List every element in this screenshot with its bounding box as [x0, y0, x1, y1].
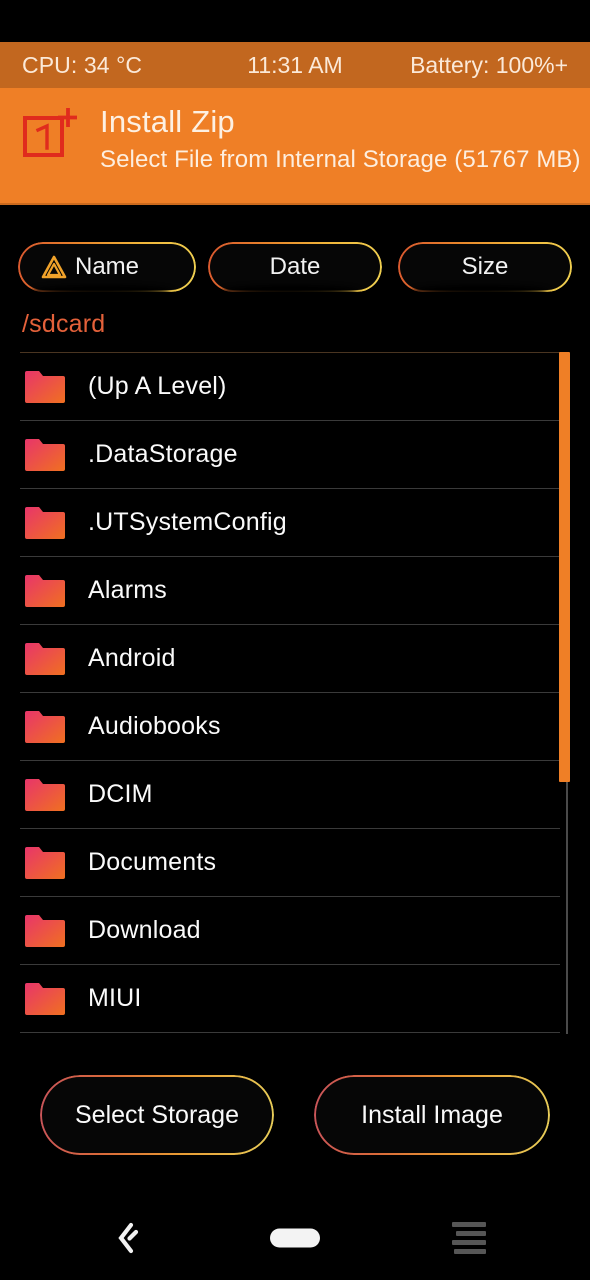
folder-icon — [25, 574, 65, 607]
app-header: Install Zip Select File from Internal St… — [0, 88, 590, 205]
folder-icon — [25, 778, 65, 811]
select-storage-button[interactable]: Select Storage — [40, 1075, 274, 1155]
tab-sort-name[interactable]: Name — [18, 242, 196, 292]
battery-status: Battery: 100%+ — [410, 51, 568, 78]
file-list-item-label: Download — [88, 916, 201, 944]
folder-icon — [25, 506, 65, 539]
file-list-item[interactable]: .DataStorage — [20, 421, 560, 489]
menu-line — [452, 1240, 486, 1245]
folder-icon — [25, 982, 65, 1015]
tab-sort-date[interactable]: Date — [208, 242, 382, 292]
file-list-item-label: DCIM — [88, 780, 153, 808]
sort-ascending-triangle-icon — [41, 255, 67, 279]
file-list-item-label: (Up A Level) — [88, 372, 227, 400]
select-storage-label: Select Storage — [75, 1100, 239, 1129]
file-list-item[interactable]: Documents — [20, 829, 560, 897]
file-list[interactable]: (Up A Level) .DataStorage .UTSystemConfig A… — [0, 352, 590, 1034]
file-list-item[interactable]: Audiobooks — [20, 693, 560, 761]
tab-sort-name-label: Name — [74, 253, 140, 280]
tab-sort-size-label: Size — [461, 253, 509, 280]
home-pill-icon[interactable] — [270, 1228, 320, 1248]
notch-band — [0, 0, 590, 42]
page-title: Install Zip — [100, 104, 235, 139]
back-chevron-icon[interactable] — [110, 1218, 150, 1258]
file-list-item[interactable]: .UTSystemConfig — [20, 489, 560, 557]
file-list-item[interactable]: DCIM — [20, 761, 560, 829]
folder-icon — [25, 914, 65, 947]
breadcrumb-path: /sdcard — [22, 310, 106, 338]
sort-tabs: Name Date Size — [0, 242, 590, 298]
status-bar: CPU: 34 °C 11:31 AM Battery: 100%+ — [0, 42, 590, 88]
folder-icon — [25, 846, 65, 879]
folder-icon — [25, 642, 65, 675]
file-list-item-label: Alarms — [88, 576, 167, 604]
file-list-item-label: .DataStorage — [88, 440, 238, 468]
file-list-item[interactable]: Alarms — [20, 557, 560, 625]
page-subtitle: Select File from Internal Storage (51767… — [100, 146, 581, 173]
file-list-item-label: .UTSystemConfig — [88, 508, 287, 536]
menu-lines-icon[interactable] — [452, 1222, 486, 1254]
install-image-label: Install Image — [361, 1100, 503, 1129]
file-list-item-label: Audiobooks — [88, 712, 221, 740]
install-image-button[interactable]: Install Image — [314, 1075, 550, 1155]
folder-icon — [25, 370, 65, 403]
cpu-temperature: CPU: 34 °C — [22, 51, 143, 78]
file-list-item[interactable]: MIUI — [20, 965, 560, 1033]
folder-icon — [25, 710, 65, 743]
file-list-item-label: Documents — [88, 848, 217, 876]
action-bar: Select Storage Install Image — [0, 1075, 590, 1155]
file-list-item-label: Android — [88, 644, 176, 672]
tab-sort-size[interactable]: Size — [398, 242, 572, 292]
file-list-item[interactable]: Android — [20, 625, 560, 693]
folder-icon — [25, 438, 65, 471]
scrollbar-thumb[interactable] — [559, 352, 570, 782]
menu-line — [452, 1222, 486, 1227]
oneplus-logo-icon — [23, 108, 77, 157]
file-list-item[interactable]: Download — [20, 897, 560, 965]
phone-screen: CPU: 34 °C 11:31 AM Battery: 100%+ Insta… — [0, 0, 590, 1280]
menu-line — [456, 1231, 486, 1236]
menu-line — [454, 1249, 486, 1254]
file-list-item-label: MIUI — [88, 984, 142, 1012]
android-navigation-bar — [0, 1196, 590, 1280]
tab-sort-date-label: Date — [269, 253, 321, 280]
file-list-item[interactable]: (Up A Level) — [20, 352, 560, 421]
